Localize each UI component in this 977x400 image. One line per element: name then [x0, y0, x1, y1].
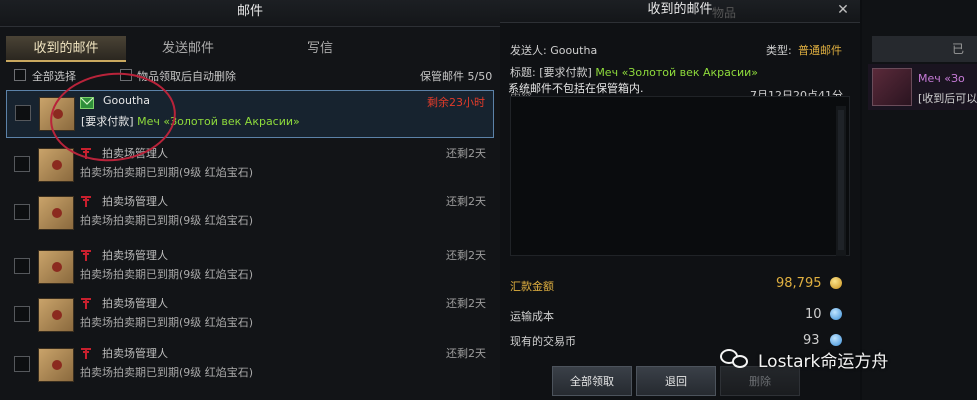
- storage-count: 保管邮件 5/50: [420, 70, 493, 83]
- mail-sender: 拍卖场管理人: [102, 297, 168, 310]
- watermark-text: Lostark命运方舟: [758, 351, 889, 372]
- mail-remaining-time: 还剩2天: [446, 297, 486, 310]
- mail-envelope-thumbnail: [38, 148, 74, 182]
- claim-all-button[interactable]: 全部领取: [552, 366, 632, 396]
- subject-prefix: [要求付款]: [539, 66, 596, 79]
- detail-subject: 标题: [要求付款] Меч «Золотой век Акрасии»: [510, 64, 758, 80]
- mail-remaining-time: 还剩2天: [446, 147, 486, 160]
- side-item-subtitle: [收到后可以转: [918, 92, 977, 105]
- mail-remaining-time: 还剩2天: [446, 195, 486, 208]
- remit-value: 98,795: [776, 276, 822, 291]
- watermark: Lostark命运方舟: [720, 344, 888, 374]
- type-value: 普通邮件: [798, 44, 842, 57]
- mail-sender: 拍卖场管理人: [102, 347, 168, 360]
- panel-title: 邮件: [0, 0, 500, 27]
- mail-envelope-thumbnail: [38, 250, 74, 284]
- mail-row[interactable]: 拍卖场管理人 拍卖场拍卖期已到期(9级 红焰宝石) 还剩2天: [6, 190, 494, 238]
- mail-checkbox[interactable]: [14, 156, 30, 172]
- scrollbar-thumb[interactable]: [838, 110, 844, 250]
- subject-item-name: Меч «Золотой век Акрасии»: [595, 66, 758, 79]
- side-panel-fragment: 已 Меч «Зо [收到后可以转: [862, 0, 977, 400]
- mail-checkbox[interactable]: [14, 204, 30, 220]
- mail-remaining-time: 还剩2天: [446, 249, 486, 262]
- mail-checkbox[interactable]: [14, 356, 30, 372]
- return-button[interactable]: 退回: [636, 366, 716, 396]
- mail-subject: 拍卖场拍卖期已到期(9级 红焰宝石): [80, 268, 254, 281]
- shipping-value: 10: [805, 307, 822, 322]
- coins-label: 现有的交易币: [510, 335, 576, 348]
- auction-house-icon: [81, 348, 91, 359]
- mail-subject: 拍卖场拍卖期已到期(9级 红焰宝石): [80, 366, 254, 379]
- mail-row[interactable]: 拍卖场管理人 拍卖场拍卖期已到期(9级 红焰宝石) 还剩2天: [6, 244, 494, 292]
- gold-coin-icon: [830, 277, 842, 289]
- mail-remaining-time: 剩余23小时: [427, 96, 485, 109]
- background-title: 物品: [712, 6, 737, 20]
- mail-checkbox[interactable]: [14, 258, 30, 274]
- mail-sender: 拍卖场管理人: [102, 249, 168, 262]
- mail-checkbox[interactable]: [15, 105, 31, 121]
- wechat-logo-icon: [720, 347, 750, 371]
- auction-house-icon: [81, 298, 91, 309]
- auction-house-icon: [81, 196, 91, 207]
- mail-detail-panel: 收到的邮件 物品 ✕ 发送人: Gooutha 类型: 普通邮件 标题: [要求…: [500, 0, 860, 400]
- mail-subject: 拍卖场拍卖期已到期(9级 红焰宝石): [80, 214, 254, 227]
- select-all-checkbox[interactable]: [14, 69, 26, 81]
- mail-row[interactable]: 拍卖场管理人 拍卖场拍卖期已到期(9级 红焰宝石) 还剩2天: [6, 342, 494, 390]
- mail-envelope-thumbnail: [38, 298, 74, 332]
- mail-panel: 邮件 收到的邮件 发送邮件 写信 全部选择 物品领取后自动删除 保管邮件 5/5…: [0, 0, 501, 400]
- mail-checkbox[interactable]: [14, 306, 30, 322]
- close-icon[interactable]: ✕: [834, 0, 852, 20]
- tab-compose[interactable]: 写信: [250, 36, 390, 62]
- mail-envelope-thumbnail: [38, 348, 74, 382]
- side-panel-header: 已: [872, 36, 977, 62]
- sword-item-icon: [872, 68, 912, 106]
- detail-sender: 发送人: Gooutha: [510, 44, 598, 57]
- side-item-title: Меч «Зо: [918, 72, 965, 85]
- mail-body: [510, 96, 850, 256]
- subject-label: 标题:: [510, 66, 536, 79]
- tab-received[interactable]: 收到的邮件: [6, 36, 126, 62]
- remit-label: 汇款金额: [510, 280, 554, 293]
- mail-envelope-thumbnail: [38, 196, 74, 230]
- mail-row[interactable]: 拍卖场管理人 拍卖场拍卖期已到期(9级 红焰宝石) 还剩2天: [6, 292, 494, 340]
- trade-coin-icon: [830, 308, 842, 320]
- shipping-label: 运输成本: [510, 310, 554, 323]
- mail-subject: 拍卖场拍卖期已到期(9级 红焰宝石): [80, 166, 254, 179]
- mail-remaining-time: 还剩2天: [446, 347, 486, 360]
- mail-tabs: 收到的邮件 发送邮件 写信: [6, 36, 494, 62]
- detail-title: 收到的邮件: [500, 0, 860, 23]
- auction-house-icon: [81, 250, 91, 261]
- tab-sent[interactable]: 发送邮件: [128, 36, 248, 62]
- mail-sender: 拍卖场管理人: [102, 195, 168, 208]
- select-all-label: 全部选择: [32, 70, 76, 83]
- type-label: 类型:: [766, 44, 792, 57]
- mail-subject: 拍卖场拍卖期已到期(9级 红焰宝石): [80, 316, 254, 329]
